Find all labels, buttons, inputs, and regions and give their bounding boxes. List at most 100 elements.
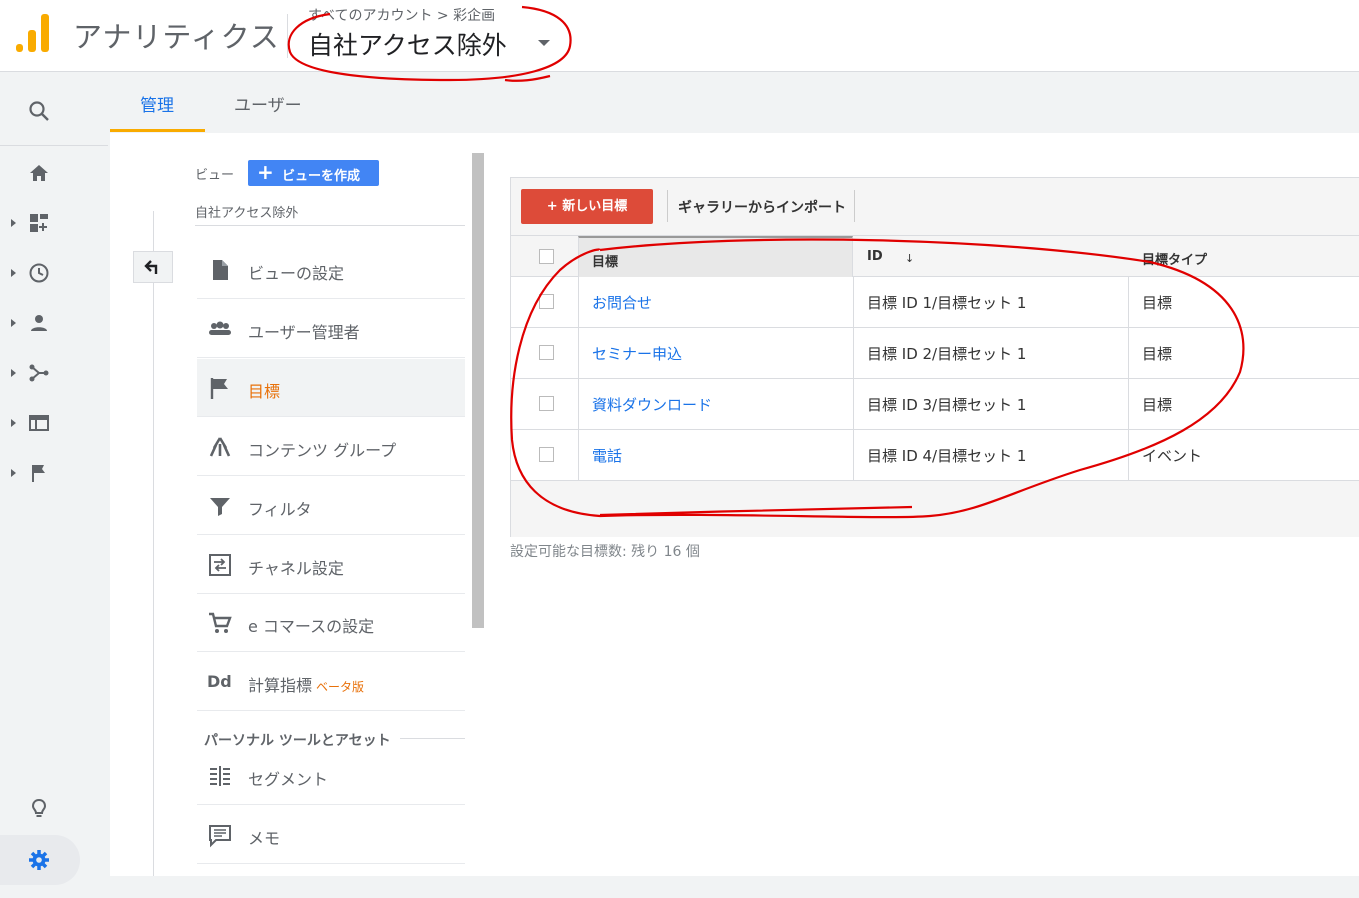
table-row: お問合せ 目標 ID 1/目標セット 1 目標 — [511, 277, 1359, 328]
rail-divider — [0, 145, 108, 146]
app-title: アナリティクス — [73, 20, 280, 54]
row-checkbox[interactable] — [539, 345, 554, 360]
active-tab-indicator — [110, 129, 205, 132]
create-view-label: ビューを作成 — [282, 169, 361, 184]
goal-id: 目標 ID 3/目標セット 1 — [867, 396, 1027, 414]
goal-link[interactable]: セミナー申込 — [592, 343, 682, 364]
back-arrow-icon — [144, 260, 158, 274]
nav-segments[interactable]: セグメント — [197, 747, 465, 805]
flag-icon — [210, 378, 228, 399]
gear-icon[interactable] — [27, 848, 51, 872]
create-view-button[interactable]: + ビューを作成 — [248, 160, 379, 186]
nav-view-settings[interactable]: ビューの設定 — [197, 241, 465, 299]
app-header: アナリティクス すべてのアカウント > 彩企画 自社アクセス除外 — [0, 0, 1359, 72]
sort-down-icon[interactable]: ↓ — [905, 252, 914, 265]
people-icon — [209, 321, 231, 335]
view-selector[interactable]: 自社アクセス除外 — [308, 26, 507, 62]
nav-content-group[interactable]: コンテンツ グループ — [197, 418, 465, 476]
home-icon[interactable] — [27, 161, 51, 185]
goal-link[interactable]: 電話 — [592, 445, 622, 466]
header-divider — [287, 14, 288, 58]
goal-type: 目標 — [1142, 294, 1173, 312]
expand-arrow-icon[interactable] — [11, 319, 16, 327]
segment-icon — [210, 766, 230, 786]
expand-arrow-icon[interactable] — [11, 219, 16, 227]
nav-label: チャネル設定 — [248, 559, 344, 578]
divider — [400, 738, 465, 739]
row-checkbox[interactable] — [539, 447, 554, 462]
nav-ecommerce-settings[interactable]: e コマースの設定 — [197, 594, 465, 652]
breadcrumb[interactable]: すべてのアカウント > 彩企画 — [308, 5, 495, 25]
nav-calculated-metrics[interactable]: Dd 計算指標 ベータ版 — [197, 653, 465, 711]
tab-user[interactable]: ユーザー — [234, 91, 302, 116]
search-icon[interactable] — [27, 99, 51, 123]
goals-toolbar: + 新しい目標 ギャラリーからインポート — [511, 178, 1359, 236]
dashboard-icon[interactable] — [27, 211, 51, 235]
goal-id: 目標 ID 2/目標セット 1 — [867, 345, 1027, 363]
row-checkbox[interactable] — [539, 294, 554, 309]
nav-label-text: 計算指標 — [248, 676, 313, 695]
goal-type: イベント — [1142, 447, 1203, 465]
table-row: 資料ダウンロード 目標 ID 3/目標セット 1 目標 — [511, 379, 1359, 430]
expand-arrow-icon[interactable] — [11, 469, 16, 477]
goal-id: 目標 ID 1/目標セット 1 — [867, 294, 1027, 312]
scrollbar[interactable] — [472, 153, 484, 628]
back-button[interactable] — [133, 251, 173, 283]
person-icon[interactable] — [27, 311, 51, 335]
table-footer — [511, 481, 1359, 537]
flag-icon[interactable] — [27, 461, 51, 485]
nav-label: フィルタ — [248, 500, 312, 519]
goal-column-header[interactable]: 目標 ↓ — [578, 236, 914, 277]
nav-goals[interactable]: 目標 — [197, 359, 465, 417]
table-row: 電話 目標 ID 4/目標セット 1 イベント — [511, 430, 1359, 481]
nav-memo[interactable]: メモ — [197, 806, 465, 864]
divider — [854, 190, 855, 222]
table-header: 目標 ↓ ID 目標タイプ — [511, 236, 1359, 277]
caret-down-icon[interactable] — [538, 40, 550, 46]
nav-label: 目標 — [248, 382, 281, 401]
analytics-logo[interactable] — [16, 14, 50, 52]
lightbulb-icon[interactable] — [27, 797, 51, 821]
goal-link[interactable]: お問合せ — [592, 292, 652, 313]
column-header-goal: 目標 — [592, 255, 619, 270]
channel-icon — [209, 554, 231, 576]
goal-type: 目標 — [1142, 396, 1173, 414]
remaining-goals-text: 設定可能な目標数: 残り 16 個 — [510, 544, 700, 560]
table-row: セミナー申込 目標 ID 2/目標セット 1 目標 — [511, 328, 1359, 379]
expand-arrow-icon[interactable] — [11, 269, 16, 277]
divider — [667, 190, 668, 222]
row-checkbox[interactable] — [539, 396, 554, 411]
column-header-goal-type[interactable]: 目標タイプ — [1142, 249, 1207, 268]
nav-channel-settings[interactable]: チャネル設定 — [197, 536, 465, 594]
column-header-id[interactable]: ID — [867, 249, 883, 264]
expand-arrow-icon[interactable] — [11, 369, 16, 377]
document-icon — [213, 260, 228, 280]
left-rail — [0, 73, 108, 898]
import-from-gallery-button[interactable]: ギャラリーからインポート — [678, 197, 846, 217]
goal-type: 目標 — [1142, 345, 1173, 363]
nav-user-management[interactable]: ユーザー管理者 — [197, 300, 465, 358]
dd-icon: Dd — [207, 672, 232, 691]
nav-label: ビューの設定 — [248, 264, 345, 283]
select-all-checkbox[interactable] — [539, 249, 554, 264]
nav-label: ユーザー管理者 — [248, 323, 360, 342]
new-goal-button[interactable]: + 新しい目標 — [521, 189, 653, 224]
behavior-icon[interactable] — [27, 411, 51, 435]
nav-filter[interactable]: フィルタ — [197, 477, 465, 535]
cart-icon — [209, 612, 232, 633]
goal-id: 目標 ID 4/目標セット 1 — [867, 447, 1027, 465]
divider — [195, 225, 465, 226]
goal-link[interactable]: 資料ダウンロード — [592, 394, 712, 415]
tab-admin[interactable]: 管理 — [140, 91, 174, 116]
clock-icon[interactable] — [27, 261, 51, 285]
expand-arrow-icon[interactable] — [11, 419, 16, 427]
nav-label: コンテンツ グループ — [248, 441, 397, 460]
tab-bar: 管理 ユーザー — [110, 73, 1359, 133]
current-view-name: 自社アクセス除外 — [195, 206, 299, 221]
plus-icon: + — [257, 160, 274, 184]
column-divider — [153, 211, 154, 876]
conversion-icon[interactable] — [27, 361, 51, 385]
nav-label: 計算指標 ベータ版 — [248, 672, 364, 696]
view-label: ビュー — [195, 168, 235, 183]
beta-badge: ベータ版 — [316, 680, 365, 694]
